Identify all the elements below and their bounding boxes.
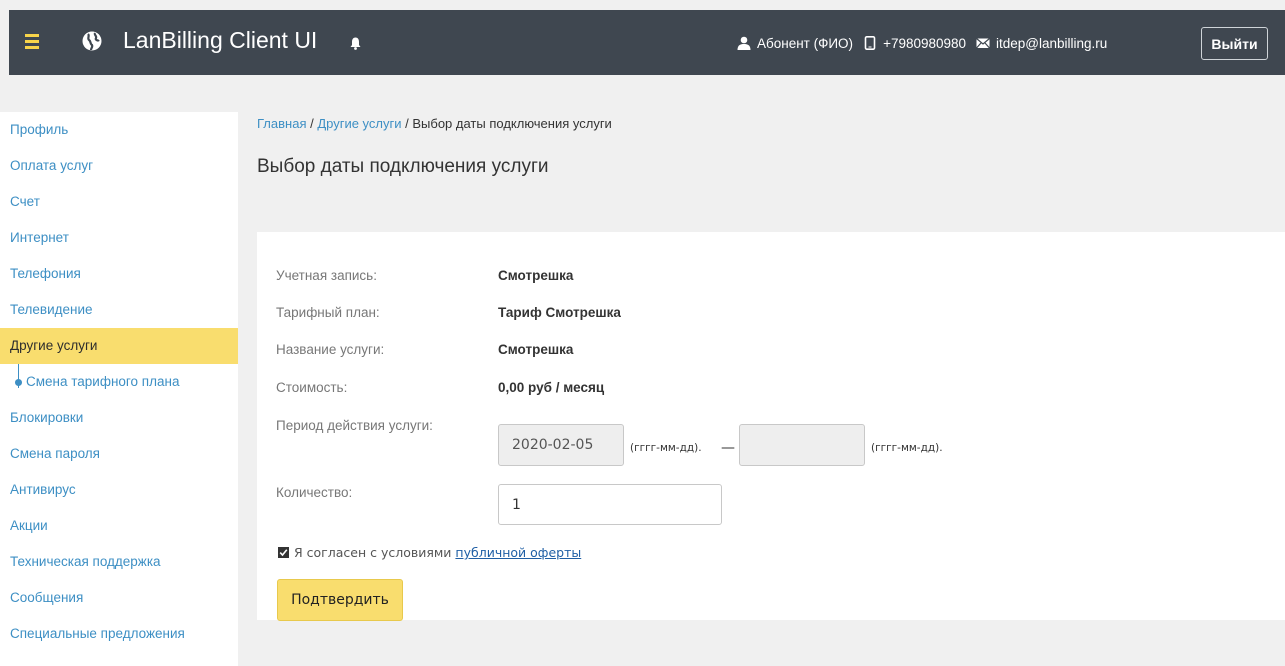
sidebar-item-payment[interactable]: Оплата услуг — [0, 148, 238, 184]
top-bar: LanBilling Client UI Абонент (ФИО) +7980… — [9, 10, 1285, 75]
public-offer-link[interactable]: публичной оферты — [455, 545, 581, 560]
sidebar-item-television[interactable]: Телевидение — [0, 292, 238, 328]
account-value: Смотрешка — [498, 268, 574, 283]
sidebar-subitem-change-tariff[interactable]: Смена тарифного плана — [0, 364, 238, 400]
sidebar-item-blocks[interactable]: Блокировки — [0, 400, 238, 436]
user-phone: +7980980980 — [883, 35, 967, 51]
sidebar-subitem-label: Смена тарифного плана — [26, 374, 180, 389]
tariff-value: Тариф Смотрешка — [498, 305, 621, 320]
sidebar-item-change-password[interactable]: Смена пароля — [0, 436, 238, 472]
agree-checkbox[interactable] — [278, 547, 289, 558]
period-label: Период действия услуги: — [276, 418, 433, 433]
user-info: Абонент (ФИО) +7980980980 itdep@lanbilli… — [737, 34, 1117, 52]
user-email: itdep@lanbilling.ru — [996, 35, 1108, 51]
globe-icon — [82, 31, 102, 51]
sidebar-item-internet[interactable]: Интернет — [0, 220, 238, 256]
service-name-label: Название услуги: — [276, 342, 385, 357]
period-end-input[interactable] — [739, 424, 865, 466]
date-format-hint: (гггг-мм-дд). — [871, 442, 943, 454]
user-icon — [737, 36, 751, 50]
breadcrumb: Главная / Другие услуги / Выбор даты под… — [257, 116, 612, 131]
tariff-label: Тарифный план: — [276, 305, 380, 320]
quantity-input[interactable]: 1 — [498, 484, 722, 525]
period-start-input[interactable]: 2020-02-05 — [498, 424, 624, 466]
sidebar-item-promotions[interactable]: Акции — [0, 508, 238, 544]
date-format-hint: (гггг-мм-дд). — [630, 442, 702, 454]
sidebar-item-telephony[interactable]: Телефония — [0, 256, 238, 292]
sidebar-item-other-services[interactable]: Другие услуги — [0, 328, 238, 364]
sidebar-item-support[interactable]: Техническая поддержка — [0, 544, 238, 580]
bullet-icon — [15, 379, 22, 386]
sidebar-item-special-offers[interactable]: Специальные предложения — [0, 616, 238, 652]
sidebar: Профиль Оплата услуг Счет Интернет Телеф… — [0, 112, 238, 666]
app-title: LanBilling Client UI — [123, 27, 318, 53]
breadcrumb-current: Выбор даты подключения услуги — [412, 116, 612, 131]
breadcrumb-home[interactable]: Главная — [257, 116, 306, 131]
breadcrumb-section[interactable]: Другие услуги — [317, 116, 401, 131]
cost-value: 0,00 руб / месяц — [498, 380, 605, 395]
date-range-separator: — — [721, 440, 735, 456]
sidebar-item-account[interactable]: Счет — [0, 184, 238, 220]
account-label: Учетная запись: — [276, 268, 377, 283]
envelope-icon — [976, 38, 990, 49]
sidebar-item-messages[interactable]: Сообщения — [0, 580, 238, 616]
user-name: Абонент (ФИО) — [757, 35, 854, 51]
bell-icon[interactable] — [350, 37, 361, 54]
sidebar-item-antivirus[interactable]: Антивирус — [0, 472, 238, 508]
service-date-form: Учетная запись: Смотрешка Тарифный план:… — [257, 232, 1285, 621]
phone-icon — [864, 36, 876, 50]
quantity-label: Количество: — [276, 485, 353, 500]
confirm-button[interactable]: Подтвердить — [277, 579, 403, 621]
logout-button[interactable]: Выйти — [1201, 27, 1268, 60]
sidebar-item-profile[interactable]: Профиль — [0, 112, 238, 148]
agree-row: Я согласен с условиями публичной оферты — [278, 545, 581, 560]
agree-text: Я согласен с условиями — [294, 545, 452, 560]
menu-icon[interactable] — [25, 34, 39, 49]
cost-label: Стоимость: — [276, 380, 348, 395]
breadcrumb-separator: / — [401, 116, 413, 131]
page-title: Выбор даты подключения услуги — [257, 156, 549, 177]
service-name-value: Смотрешка — [498, 342, 574, 357]
breadcrumb-separator: / — [306, 116, 318, 131]
